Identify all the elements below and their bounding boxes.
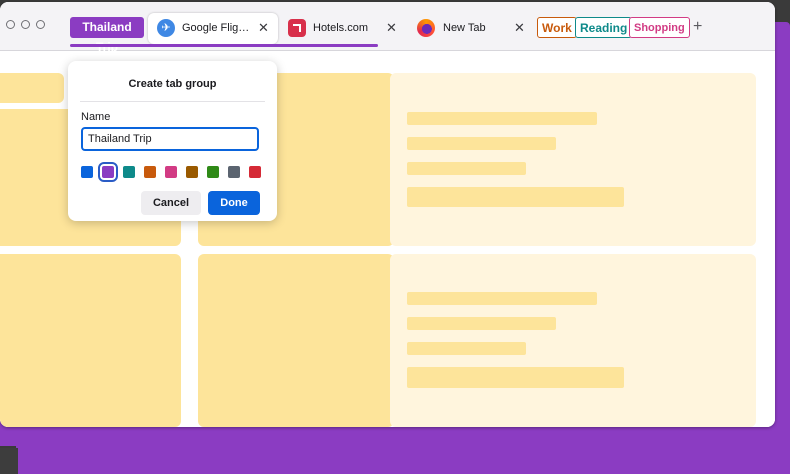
tab-title: Hotels.com [313,22,369,34]
placeholder-line [407,187,624,207]
tab-title: New Tab [443,22,486,34]
close-icon[interactable]: ✕ [514,20,525,36]
color-swatch-orange[interactable] [144,166,156,178]
tab-title: Google Flig… [182,22,250,34]
window-zoom-control[interactable] [36,20,45,29]
window-close-control[interactable] [6,20,15,29]
create-tab-group-dialog: Create tab group Name Cancel Done [68,61,277,221]
placeholder-card [390,73,756,246]
dialog-title: Create tab group [128,78,217,90]
tab-hotels[interactable]: Hotels.com ✕ [288,13,398,44]
done-button[interactable]: Done [208,191,260,215]
placeholder-line [407,367,624,388]
tab-group-underline [70,44,378,47]
color-swatch-red[interactable] [249,166,261,178]
group-name-input[interactable] [81,127,259,151]
placeholder-block [198,254,394,427]
window-minimize-control[interactable] [21,20,30,29]
firefox-icon [417,19,435,37]
new-tab-plus-icon[interactable]: + [693,19,702,35]
color-swatch-purple[interactable] [98,162,118,182]
placeholder-line [407,342,526,355]
hotels-icon [288,19,306,37]
placeholder-line [407,112,597,125]
placeholder-line [407,317,556,330]
tab-group-shopping[interactable]: Shopping [629,17,690,38]
tab-bar: Thailand Trip ✈ Google Flig… ✕ Hotels.co… [0,2,775,54]
tab-google-flights[interactable]: ✈ Google Flig… ✕ [148,13,278,44]
placeholder-line [407,137,556,150]
cancel-button[interactable]: Cancel [141,191,201,215]
placeholder-line [407,162,526,175]
airplane-icon: ✈ [157,19,175,37]
placeholder-card [390,254,756,427]
color-swatch-gray[interactable] [228,166,240,178]
color-swatch-brown[interactable] [186,166,198,178]
name-label: Name [81,111,111,123]
color-swatch-teal[interactable] [123,166,135,178]
color-swatch-blue[interactable] [81,166,93,178]
placeholder-block [0,254,181,427]
browser-window: Thailand Trip ✈ Google Flig… ✕ Hotels.co… [0,2,775,427]
tab-group-thailand-trip[interactable]: Thailand Trip [70,17,144,54]
tab-group-reading[interactable]: Reading [575,17,633,38]
color-swatch-pink[interactable] [165,166,177,178]
close-icon[interactable]: ✕ [386,20,397,36]
close-icon[interactable]: ✕ [258,20,269,36]
divider [80,101,265,102]
tab-new-tab[interactable]: New Tab ✕ [417,13,527,44]
background-band-purple [18,448,790,474]
placeholder-block [0,73,64,103]
placeholder-line [407,292,597,305]
color-swatch-green[interactable] [207,166,219,178]
tab-group-work[interactable]: Work [537,17,577,38]
